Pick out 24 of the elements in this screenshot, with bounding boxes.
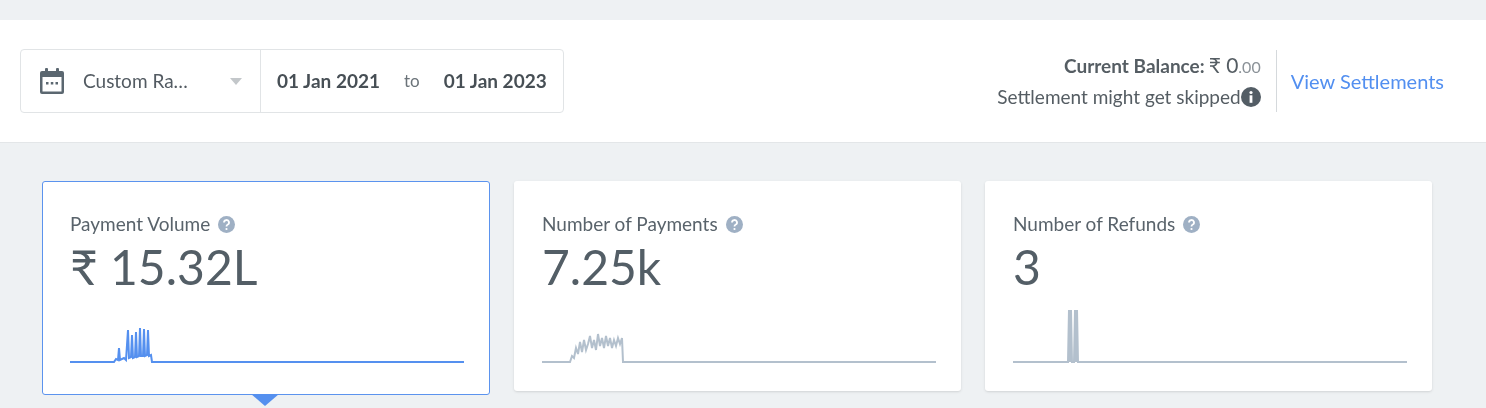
metric-value: 3 (1013, 238, 1041, 295)
metric-card[interactable]: Number of Refunds 3 (985, 181, 1432, 391)
help-icon[interactable] (1183, 215, 1201, 233)
end-date[interactable]: 01 Jan 2023 (443, 66, 547, 96)
metric-card[interactable]: Payment Volume ₹ 15.32L (42, 181, 490, 395)
help-icon[interactable] (725, 215, 743, 233)
settlement-note: Settlement might get skipped (997, 84, 1241, 110)
card-title: Number of Payments (542, 211, 718, 237)
calendar-icon (39, 67, 65, 95)
balance-decimals: .00 (1238, 56, 1261, 78)
caret-icon (230, 77, 242, 85)
metric-value: ₹ 15.32L (70, 238, 258, 295)
metric-card[interactable]: Number of Payments 7.25k (514, 181, 961, 391)
card-title: Payment Volume (70, 211, 211, 237)
date-range-dropdown[interactable]: Custom Ra… (21, 50, 261, 112)
metric-value: 7.25k (542, 238, 662, 295)
card-title: Number of Refunds (1013, 211, 1176, 237)
info-icon[interactable] (1240, 87, 1261, 107)
date-separator: to (404, 69, 420, 94)
balance-amount: ₹ 0 (1208, 51, 1239, 79)
start-date[interactable]: 01 Jan 2021 (277, 66, 380, 96)
help-icon[interactable] (218, 215, 236, 233)
pointer-arrow (251, 394, 279, 406)
balance-label: Current Balance: (1064, 53, 1205, 79)
